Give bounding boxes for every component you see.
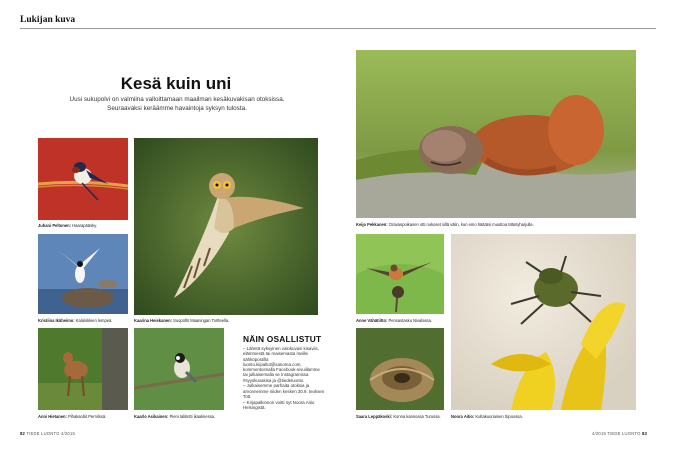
footer-right: 4/2015 TIEDE LUONTO 83 (592, 431, 647, 436)
titmouse-caption: Kaarlo Asikainen: Pieni talitintti ikaal… (134, 414, 216, 419)
tern-caption: Kristiina Ikäheimo: Kalalokkien lempeä. (38, 318, 113, 323)
bird-nest-caption: Saara Leppäkoski: Konna kannossa Turussa… (356, 414, 441, 419)
fawn-photo (38, 328, 128, 410)
owl-photo (134, 138, 318, 315)
info-box-text: – Lähetä syksyinen valokuvasi kisaviis, … (243, 346, 325, 411)
page-headline: Kesä kuin uni (120, 74, 232, 93)
swallow-caption: Juhani Peltonen: Haarapääsky. (38, 223, 98, 228)
intro-paragraph: Uusi sukupolvi on valmiina valloittamaan… (69, 96, 285, 112)
page-number-left: 82 (20, 431, 26, 436)
beetle-photo (451, 234, 636, 410)
squirrel-photo (356, 50, 636, 218)
fawn-caption: Anni Hietanen: Pihakanbit Pernilssä. (38, 414, 107, 419)
magazine-issue-right: 4/2015 TIEDE LUONTO (592, 431, 641, 436)
wagtail-caption: Anne Vähätiitto: Pensastasku Nivalassa. (356, 318, 432, 323)
wagtail-photo (356, 234, 444, 314)
magazine-issue-left: TIEDE LUONTO 4/2015 (26, 431, 75, 436)
beetle-caption: Noora Aitio: Kultakuoriainen Sipoossa. (451, 414, 523, 419)
tern-photo (38, 234, 128, 314)
squirrel-caption: Keijo Pekkanen: Oravanpoikanen otti noko… (356, 222, 534, 227)
info-box-title: NÄIN OSALLISTUT (243, 334, 322, 344)
info-item: – Lähetä syksyinen valokuvasi kisaviis, … (243, 346, 320, 383)
footer-left: 82 TIEDE LUONTO 4/2015 (20, 431, 75, 436)
section-title: Lukijan kuva (20, 15, 76, 25)
owl-caption: Kaarina Heiskanen: Suopöllö Maaningan To… (134, 318, 230, 323)
header-divider (20, 28, 656, 29)
bird-nest-photo (356, 328, 444, 410)
page-number-right: 83 (641, 431, 648, 436)
swallow-photo (38, 138, 128, 220)
info-item: – Kirjapalkinnon voitti nyt Noora Aitio … (243, 399, 315, 411)
titmouse-photo (134, 328, 224, 410)
info-item: – Julkaisemme parhaita otoksia ja arvonn… (243, 383, 325, 400)
